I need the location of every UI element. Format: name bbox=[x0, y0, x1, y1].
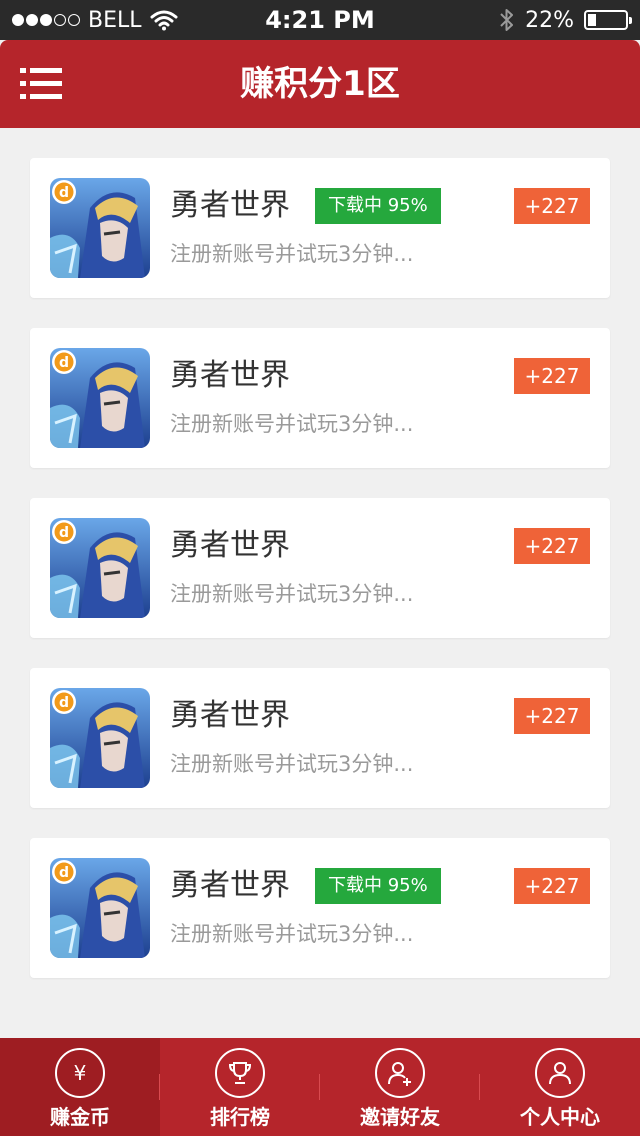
app-name: 勇者世界 bbox=[170, 698, 290, 733]
bottom-tab-bar: ¥ 赚金币 排行榜 邀请好友 个人中心 bbox=[0, 1038, 640, 1136]
battery-level-fill bbox=[588, 14, 596, 26]
tab-label: 个人中心 bbox=[520, 1105, 600, 1129]
status-bar: BELL 4:21 PM 22% bbox=[0, 0, 640, 40]
svg-text:d: d bbox=[59, 355, 69, 371]
battery-icon bbox=[584, 10, 632, 30]
tab-trophy[interactable]: 排行榜 bbox=[160, 1038, 320, 1136]
svg-text:d: d bbox=[59, 525, 69, 541]
app-name: 勇者世界 bbox=[170, 528, 290, 563]
download-progress-badge: 下载中 95% bbox=[315, 868, 441, 904]
app-icon: d bbox=[50, 518, 150, 618]
wifi-icon bbox=[150, 9, 178, 31]
points-badge: +227 bbox=[514, 528, 590, 564]
user-icon bbox=[535, 1048, 585, 1098]
svg-text:d: d bbox=[59, 185, 69, 201]
tab-yen[interactable]: ¥ 赚金币 bbox=[0, 1038, 160, 1136]
task-card-4[interactable]: d 勇者世界 注册新账号并试玩3分钟... +227 bbox=[30, 668, 610, 808]
app-icon: d bbox=[50, 688, 150, 788]
app-name: 勇者世界 bbox=[170, 358, 290, 393]
points-badge: +227 bbox=[514, 698, 590, 734]
menu-icon bbox=[20, 68, 62, 99]
svg-text:d: d bbox=[59, 865, 69, 881]
task-card-3[interactable]: d 勇者世界 注册新账号并试玩3分钟... +227 bbox=[30, 498, 610, 638]
tab-label: 排行榜 bbox=[210, 1105, 270, 1129]
status-left: BELL bbox=[12, 0, 178, 40]
task-card-1[interactable]: d 勇者世界 下载中 95% 注册新账号并试玩3分钟... +227 bbox=[30, 158, 610, 298]
points-badge: +227 bbox=[514, 188, 590, 224]
app-name: 勇者世界 bbox=[170, 188, 290, 223]
task-card-2[interactable]: d 勇者世界 注册新账号并试玩3分钟... +227 bbox=[30, 328, 610, 468]
tab-label: 赚金币 bbox=[50, 1105, 110, 1129]
download-progress-badge: 下载中 95% bbox=[315, 188, 441, 224]
menu-button[interactable] bbox=[20, 66, 62, 102]
task-description: 注册新账号并试玩3分钟... bbox=[170, 752, 414, 776]
signal-strength-icon bbox=[12, 14, 80, 26]
tab-add-user[interactable]: 邀请好友 bbox=[320, 1038, 480, 1136]
carrier-name: BELL bbox=[88, 7, 142, 33]
app-icon: d bbox=[50, 348, 150, 448]
task-description: 注册新账号并试玩3分钟... bbox=[170, 582, 414, 606]
status-right: 22% bbox=[499, 0, 632, 40]
page-title: 赚积分1区 bbox=[240, 64, 400, 104]
app-name: 勇者世界 bbox=[170, 868, 290, 903]
app-header: 赚积分1区 bbox=[0, 40, 640, 128]
bluetooth-icon bbox=[499, 7, 515, 33]
svg-text:d: d bbox=[59, 695, 69, 711]
task-description: 注册新账号并试玩3分钟... bbox=[170, 412, 414, 436]
app-icon: d bbox=[50, 858, 150, 958]
trophy-icon bbox=[215, 1048, 265, 1098]
points-badge: +227 bbox=[514, 358, 590, 394]
tab-user[interactable]: 个人中心 bbox=[480, 1038, 640, 1136]
points-badge: +227 bbox=[514, 868, 590, 904]
task-card-5[interactable]: d 勇者世界 下载中 95% 注册新账号并试玩3分钟... +227 bbox=[30, 838, 610, 978]
add-user-icon bbox=[375, 1048, 425, 1098]
task-list: d 勇者世界 下载中 95% 注册新账号并试玩3分钟... +227 d 勇者世… bbox=[30, 158, 610, 1008]
tab-label: 邀请好友 bbox=[360, 1105, 440, 1129]
app-icon: d bbox=[50, 178, 150, 278]
battery-percent: 22% bbox=[525, 7, 574, 33]
task-description: 注册新账号并试玩3分钟... bbox=[170, 242, 414, 266]
yen-icon: ¥ bbox=[55, 1048, 105, 1098]
task-description: 注册新账号并试玩3分钟... bbox=[170, 922, 414, 946]
